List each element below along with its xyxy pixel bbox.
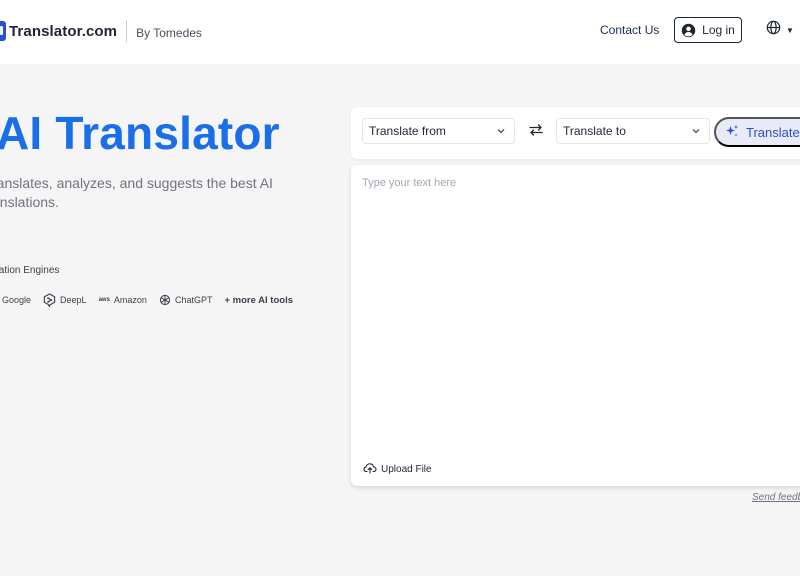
contact-us-link[interactable]: Contact Us: [600, 23, 659, 37]
logo-text: Translator.com: [9, 22, 118, 40]
cloud-upload-icon: [363, 462, 377, 477]
source-text-input[interactable]: [351, 165, 800, 445]
login-button[interactable]: Log in: [674, 17, 742, 43]
upload-file-button[interactable]: Upload File: [363, 462, 432, 477]
openai-icon: [159, 294, 171, 306]
swap-arrows-icon: [528, 123, 544, 142]
logo-divider: [126, 20, 128, 42]
globe-icon: [766, 20, 781, 40]
site-logo[interactable]: Translator.com By Tomedes: [0, 19, 202, 43]
sparkle-icon: [725, 124, 739, 141]
caret-down-icon: ▼: [786, 25, 794, 35]
engine-list: Google DeepL aws Amazon ChatGPT + more A…: [2, 293, 293, 307]
language-switcher[interactable]: ▼: [766, 20, 794, 40]
engine-chatgpt-label: ChatGPT: [174, 295, 213, 305]
more-ai-tools-link[interactable]: + more AI tools: [224, 295, 293, 306]
upload-file-label: Upload File: [381, 464, 432, 475]
chevron-down-icon: [496, 126, 506, 136]
logo-mark-icon: [0, 21, 6, 41]
login-label: Log in: [702, 23, 735, 37]
swap-languages-button[interactable]: [527, 123, 545, 142]
chevron-down-icon: [691, 126, 701, 136]
source-text-panel: Upload File: [351, 165, 800, 486]
source-language-label: Translate from: [369, 124, 446, 138]
engine-google-label: Google: [2, 295, 32, 305]
engine-amazon: aws Amazon: [99, 295, 147, 305]
translate-button[interactable]: Translate: [714, 117, 800, 147]
source-language-select[interactable]: Translate from: [362, 118, 515, 144]
engines-label: nslation Engines: [0, 265, 60, 276]
engine-deepl: DeepL: [43, 293, 87, 307]
target-language-label: Translate to: [563, 124, 626, 138]
logo-byline: By Tomedes: [136, 25, 202, 40]
page-title: AI Translator: [0, 107, 280, 159]
send-feedback-link[interactable]: Send feedb: [752, 492, 800, 503]
engine-chatgpt: ChatGPT: [159, 294, 213, 306]
user-circle-icon: [681, 23, 696, 38]
aws-icon: aws: [98, 297, 110, 303]
target-language-select[interactable]: Translate to: [556, 118, 710, 144]
engine-amazon-label: Amazon: [113, 295, 147, 305]
hero-description: ranslates, analyzes, and suggests the be…: [0, 175, 273, 210]
deepl-icon: [43, 293, 56, 307]
engine-deepl-label: DeepL: [60, 295, 87, 305]
translator-controls: Translate from Translate to Translate: [351, 107, 800, 159]
engine-google: Google: [2, 295, 31, 305]
translate-label: Translate: [746, 124, 800, 140]
site-header: Translator.com By Tomedes Contact Us Log…: [0, 0, 800, 64]
